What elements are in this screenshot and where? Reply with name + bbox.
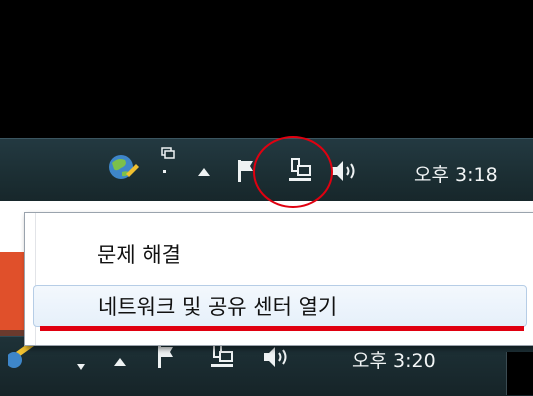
annotation-red-circle [253,136,333,208]
show-hidden-icons-chevron-up-icon-bottom[interactable] [112,356,128,368]
tray-clock-top[interactable]: 오후 3:18 [414,160,498,187]
tray-clock-bottom[interactable]: 오후 3:20 [352,346,436,373]
annotation-red-underline [40,326,524,331]
menu-item-open-network-sharing-center[interactable]: 네트워크 및 공유 센터 열기 [33,285,527,327]
volume-speaker-icon[interactable] [330,158,364,184]
desktop-background [0,0,533,138]
menu-item-label: 네트워크 및 공유 센터 열기 [98,295,338,319]
show-windows-icon[interactable] [156,146,178,182]
show-windows-dot-icon[interactable] [76,362,88,372]
action-center-flag-icon-bottom[interactable] [156,344,178,370]
show-desktop-button[interactable] [506,352,533,395]
network-tray-icon-bottom[interactable] [208,342,236,372]
network-globe-icon[interactable] [106,150,140,184]
volume-speaker-icon-bottom[interactable] [262,344,296,370]
show-hidden-icons-chevron-up-icon[interactable] [196,166,212,178]
menu-item-troubleshoot[interactable]: 문제 해결 [33,233,527,275]
background-window-edge [0,252,24,330]
menu-item-label: 문제 해결 [97,243,181,267]
